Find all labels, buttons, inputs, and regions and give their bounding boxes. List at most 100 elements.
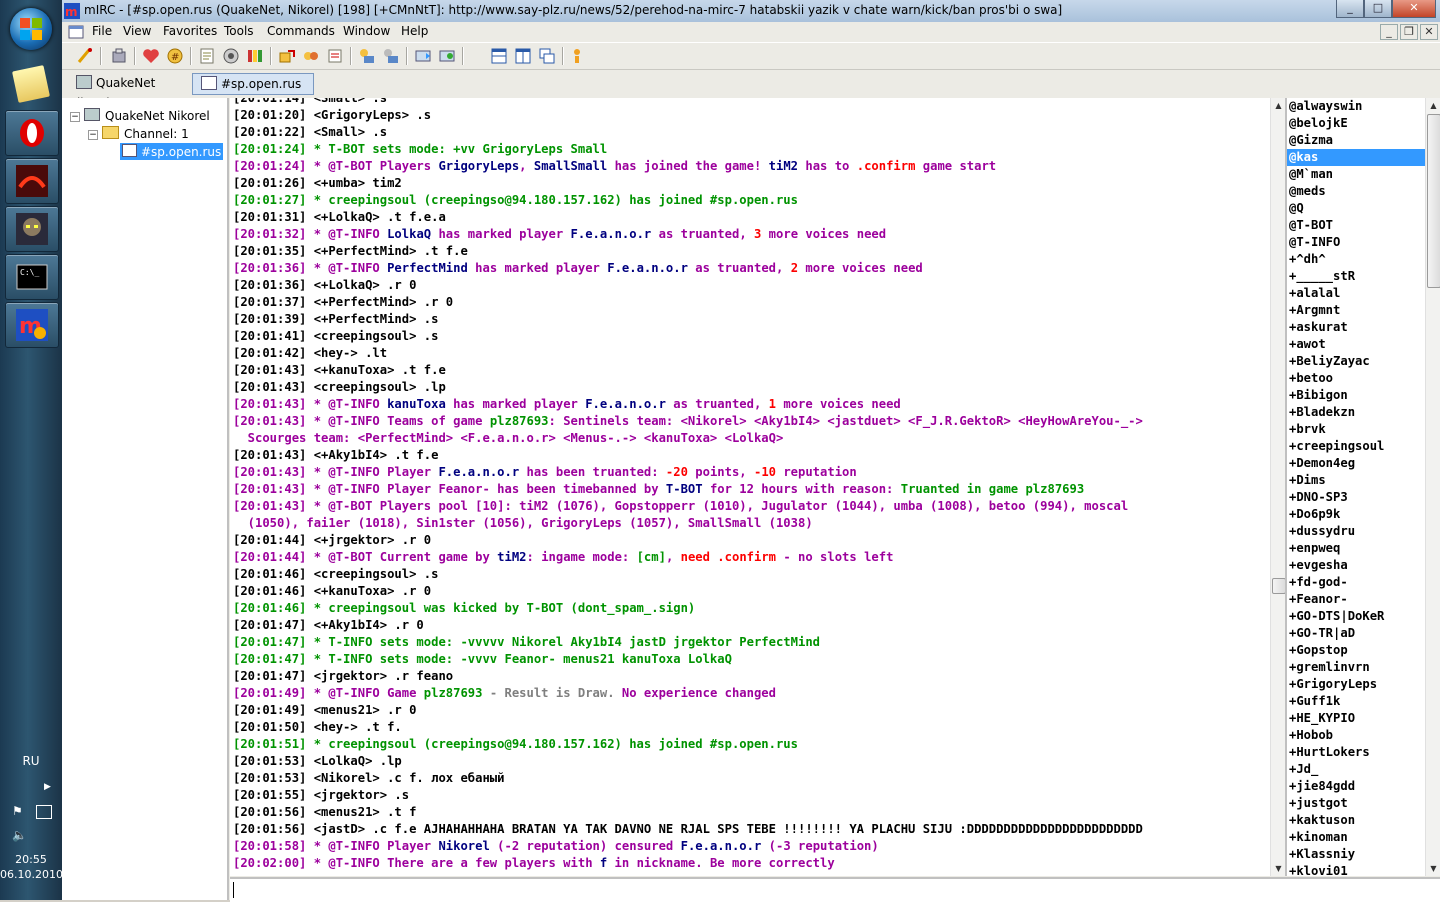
nicklist-item[interactable]: +Gopstop <box>1287 642 1425 659</box>
nicklist-item[interactable]: +evgesha <box>1287 557 1425 574</box>
tree-item-channel[interactable]: #sp.open.rus <box>120 143 224 160</box>
help-icon[interactable] <box>568 47 586 65</box>
nicklist-item[interactable]: +HE_KYPIO <box>1287 710 1425 727</box>
nicklist-item[interactable]: +gremlinvrn <box>1287 659 1425 676</box>
nicklist-item[interactable]: +^dh^ <box>1287 251 1425 268</box>
nicklist-item[interactable]: +brvk <box>1287 421 1425 438</box>
scroll-up-icon[interactable]: ▲ <box>1271 98 1286 113</box>
scroll-down-icon[interactable]: ▼ <box>1271 861 1286 876</box>
nicklist-item[interactable]: @alwayswin <box>1287 98 1425 115</box>
tile-horizontal-icon[interactable] <box>490 47 508 65</box>
nicklist-item[interactable]: @T-BOT <box>1287 217 1425 234</box>
connect-icon[interactable] <box>76 47 94 65</box>
nicklist[interactable]: @alwayswin @belojkE @Gizma @kas @M`man @meds @… <box>1287 98 1425 880</box>
channel-window-icon[interactable] <box>68 24 84 40</box>
colors-icon[interactable] <box>246 47 264 65</box>
online-timer-icon[interactable] <box>414 47 432 65</box>
mirc-icon[interactable]: m <box>5 302 59 348</box>
tree-collapse-network-button[interactable]: − <box>70 112 80 122</box>
dcc-send-icon[interactable] <box>278 47 296 65</box>
nicklist-item[interactable]: +Bladekzn <box>1287 404 1425 421</box>
nicklist-item[interactable]: +Jd_ <box>1287 761 1425 778</box>
menu-window[interactable]: Window <box>343 24 390 38</box>
nicklist-item[interactable]: @meds <box>1287 183 1425 200</box>
nicklist-item[interactable]: +creepingsoul <box>1287 438 1425 455</box>
tree-item-channel-group[interactable]: Channel: 1 <box>102 126 189 141</box>
title-bar[interactable]: m mIRC - [#sp.open.rus (QuakeNet, Nikore… <box>62 0 1440 23</box>
nicklist-item[interactable]: +betoo <box>1287 370 1425 387</box>
nicklist-scrollbar[interactable]: ▲ ▼ <box>1425 98 1440 876</box>
nicklist-item[interactable]: +GO-DTS|DoKeR <box>1287 608 1425 625</box>
tray-expand-icon[interactable]: ▶ <box>44 782 51 792</box>
opera-icon[interactable] <box>5 110 59 156</box>
nicklist-item[interactable]: +Klassniy <box>1287 846 1425 863</box>
nicklist-item[interactable]: +fd-god- <box>1287 574 1425 591</box>
nicklist-item[interactable]: +Dims <box>1287 472 1425 489</box>
url-catcher-icon[interactable] <box>438 47 456 65</box>
scroll-thumb[interactable] <box>1427 114 1440 288</box>
nicklist-item[interactable]: @Gizma <box>1287 132 1425 149</box>
chat-messages[interactable]: [20:01:14] <Small> .s [20:01:20] <Grigory… <box>230 98 1270 876</box>
nicklist-item[interactable]: +awot <box>1287 336 1425 353</box>
network-icon[interactable] <box>36 805 52 819</box>
logs-icon[interactable] <box>382 47 400 65</box>
nicklist-item[interactable]: +Do6p9k <box>1287 506 1425 523</box>
cmd-icon[interactable]: C:\_ <box>5 254 59 300</box>
menu-favorites[interactable]: Favorites <box>163 24 217 38</box>
nicklist-item[interactable]: +DNO-SP3 <box>1287 489 1425 506</box>
nicklist-item[interactable]: +kaktuson <box>1287 812 1425 829</box>
game-icon[interactable] <box>5 158 59 204</box>
warcraft-icon[interactable] <box>5 206 59 252</box>
nicklist-item[interactable]: +Demon4eg <box>1287 455 1425 472</box>
dcc-chat-icon[interactable] <box>302 47 320 65</box>
nicklist-item[interactable]: @Q <box>1287 200 1425 217</box>
scripts-editor-icon[interactable] <box>198 47 216 65</box>
menu-view[interactable]: View <box>123 24 151 38</box>
cascade-icon[interactable] <box>538 47 556 65</box>
received-files-icon[interactable] <box>358 47 376 65</box>
folder-icon[interactable] <box>5 62 57 106</box>
chat-scrollbar[interactable]: ▲ ▼ <box>1270 98 1286 876</box>
switchbar-tab-channel[interactable]: #sp.open.rus <box>192 73 314 95</box>
channels-list-icon[interactable]: # <box>166 47 184 65</box>
clock[interactable]: 20:55 06.10.2010 <box>0 852 63 882</box>
menu-help[interactable]: Help <box>401 24 428 38</box>
close-button[interactable]: ✕ <box>1392 0 1436 18</box>
nicklist-item[interactable]: @kas <box>1287 149 1425 166</box>
favorites-icon[interactable] <box>142 47 160 65</box>
nicklist-item[interactable]: +Argmnt <box>1287 302 1425 319</box>
language-indicator[interactable]: RU <box>0 754 62 768</box>
nicklist-item[interactable]: +Guff1k <box>1287 693 1425 710</box>
nicklist-item[interactable]: +Bibigon <box>1287 387 1425 404</box>
scroll-down-icon[interactable]: ▼ <box>1426 861 1440 876</box>
nicklist-item[interactable]: @belojkE <box>1287 115 1425 132</box>
nicklist-item[interactable]: +kinoman <box>1287 829 1425 846</box>
nicklist-item[interactable]: +GO-TR|aD <box>1287 625 1425 642</box>
nicklist-item[interactable]: +askurat <box>1287 319 1425 336</box>
switchbar-tab-server[interactable]: QuakeNet Nikorel <box>68 73 186 110</box>
message-input[interactable] <box>230 877 1440 902</box>
scroll-up-icon[interactable]: ▲ <box>1426 98 1440 113</box>
options-icon[interactable] <box>110 47 128 65</box>
nicklist-item[interactable]: +BeliyZayac <box>1287 353 1425 370</box>
start-orb-icon[interactable] <box>10 8 52 50</box>
nicklist-item[interactable]: @M`man <box>1287 166 1425 183</box>
nicklist-item[interactable]: +Hobob <box>1287 727 1425 744</box>
minimize-button[interactable]: _ <box>1336 0 1364 18</box>
nicklist-item[interactable]: +dussydru <box>1287 523 1425 540</box>
tree-item-network[interactable]: QuakeNet Nikorel <box>84 108 210 123</box>
mdi-restore-button[interactable]: ❐ <box>1400 24 1418 40</box>
nicklist-item[interactable]: +alalal <box>1287 285 1425 302</box>
scroll-thumb[interactable] <box>1272 578 1286 594</box>
nicklist-item[interactable]: +GrigoryLeps <box>1287 676 1425 693</box>
nicklist-item[interactable]: +_____stR <box>1287 268 1425 285</box>
nicklist-item[interactable]: +jie84gdd <box>1287 778 1425 795</box>
volume-icon[interactable]: 🔈 <box>12 828 27 842</box>
nicklist-item[interactable]: +Feanor- <box>1287 591 1425 608</box>
nicklist-item[interactable]: @T-INFO <box>1287 234 1425 251</box>
mdi-close-button[interactable]: ✕ <box>1420 24 1438 40</box>
menu-file[interactable]: File <box>92 24 112 38</box>
menu-tools[interactable]: Tools <box>224 24 254 38</box>
tile-vertical-icon[interactable] <box>514 47 532 65</box>
mdi-minimize-button[interactable]: _ <box>1380 24 1398 40</box>
